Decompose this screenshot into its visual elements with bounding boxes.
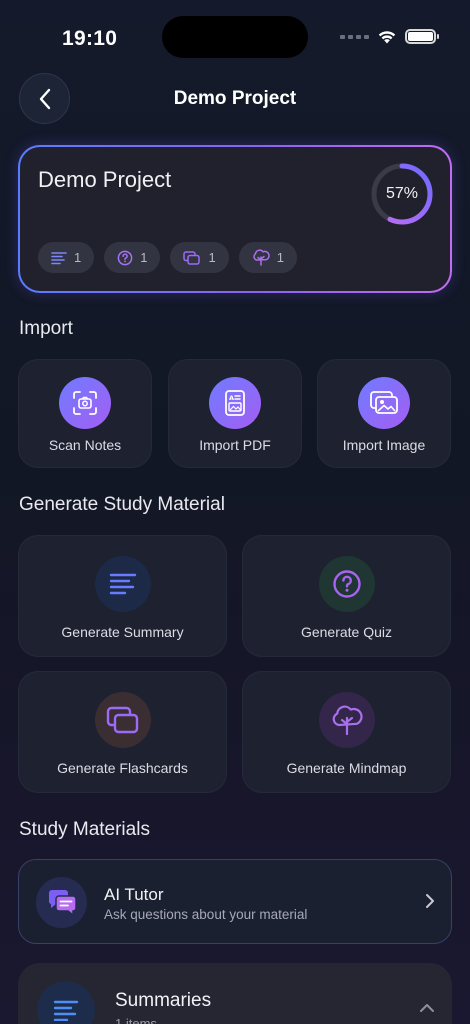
summaries-title: Summaries — [115, 990, 212, 1011]
summary-lines-icon — [53, 1000, 79, 1021]
stat-summaries-count: 1 — [74, 250, 82, 265]
status-indicators — [340, 29, 439, 44]
import-pdf-icon-badge: A — [209, 377, 261, 429]
generate-mindmap-label: Generate Mindmap — [286, 760, 407, 776]
summaries-count: 1 items — [115, 1016, 157, 1024]
pdf-document-icon: A — [225, 390, 245, 416]
generate-summary-icon-badge — [94, 556, 151, 612]
ai-tutor-card[interactable]: AI Tutor Ask questions about your materi… — [18, 859, 452, 944]
ai-tutor-subtitle: Ask questions about your material — [104, 907, 308, 922]
flashcards-icon — [106, 706, 138, 734]
status-bar: 19:10 — [0, 0, 470, 60]
summaries-icon-badge — [37, 981, 95, 1024]
image-gallery-icon — [370, 391, 398, 414]
generate-mindmap-button[interactable]: Generate Mindmap — [242, 671, 451, 793]
stat-mindmaps: 1 — [238, 242, 297, 273]
generate-quiz-button[interactable]: Generate Quiz — [242, 535, 451, 657]
wifi-icon — [378, 31, 396, 44]
battery-icon — [405, 29, 439, 44]
import-pdf-button[interactable]: A Import PDF — [168, 359, 302, 468]
project-card[interactable]: Demo Project 57% 1 1 1 1 — [18, 145, 452, 293]
svg-text:A: A — [229, 394, 234, 402]
generate-flashcards-label: Generate Flashcards — [57, 760, 188, 776]
import-pdf-label: Import PDF — [199, 437, 271, 453]
project-title: Demo Project — [38, 167, 172, 192]
stat-flashcards-count: 1 — [208, 250, 216, 265]
scan-notes-label: Scan Notes — [48, 437, 122, 453]
ai-tutor-icon-badge — [36, 877, 87, 928]
ai-tutor-title: AI Tutor — [104, 885, 164, 904]
scan-notes-icon-badge — [59, 377, 111, 429]
dynamic-island — [162, 16, 308, 58]
import-heading: Import — [19, 318, 73, 339]
summaries-section[interactable]: Summaries 1 items — [18, 963, 452, 1024]
stat-summaries: 1 — [38, 242, 95, 273]
quiz-question-icon — [332, 570, 361, 598]
summary-lines-icon — [51, 251, 67, 264]
study-materials-heading: Study Materials — [19, 819, 150, 840]
generate-flashcards-button[interactable]: Generate Flashcards — [18, 671, 227, 793]
stat-quizzes-count: 1 — [140, 250, 148, 265]
stat-flashcards: 1 — [170, 242, 229, 273]
generate-quiz-icon-badge — [318, 556, 375, 612]
import-image-button[interactable]: Import Image — [317, 359, 451, 468]
chevron-right-icon — [426, 894, 434, 908]
stat-mindmaps-count: 1 — [276, 250, 284, 265]
nav-title: Demo Project — [173, 88, 297, 109]
camera-scan-icon — [73, 391, 97, 415]
summary-lines-icon — [109, 573, 136, 595]
import-image-icon-badge — [358, 377, 410, 429]
stat-quizzes: 1 — [104, 242, 161, 273]
generate-mindmap-icon-badge — [318, 692, 375, 748]
mindmap-tree-icon — [252, 249, 270, 266]
generate-summary-button[interactable]: Generate Summary — [18, 535, 227, 657]
generate-summary-label: Generate Summary — [61, 624, 184, 640]
cellular-signal-icon — [340, 34, 369, 39]
progress-percentage: 57% — [385, 185, 419, 202]
project-stats: 1 1 1 1 — [38, 242, 297, 273]
import-image-label: Import Image — [342, 437, 426, 453]
scan-notes-button[interactable]: Scan Notes — [18, 359, 152, 468]
chat-bubbles-icon — [48, 889, 77, 917]
status-time: 19:10 — [62, 27, 118, 50]
generate-heading: Generate Study Material — [19, 494, 225, 515]
generate-quiz-label: Generate Quiz — [300, 624, 393, 640]
flashcards-icon — [183, 250, 201, 265]
quiz-question-icon — [117, 250, 133, 265]
mindmap-tree-icon — [332, 705, 363, 736]
generate-flashcards-icon-badge — [94, 692, 151, 748]
chevron-up-icon[interactable] — [419, 1003, 435, 1013]
